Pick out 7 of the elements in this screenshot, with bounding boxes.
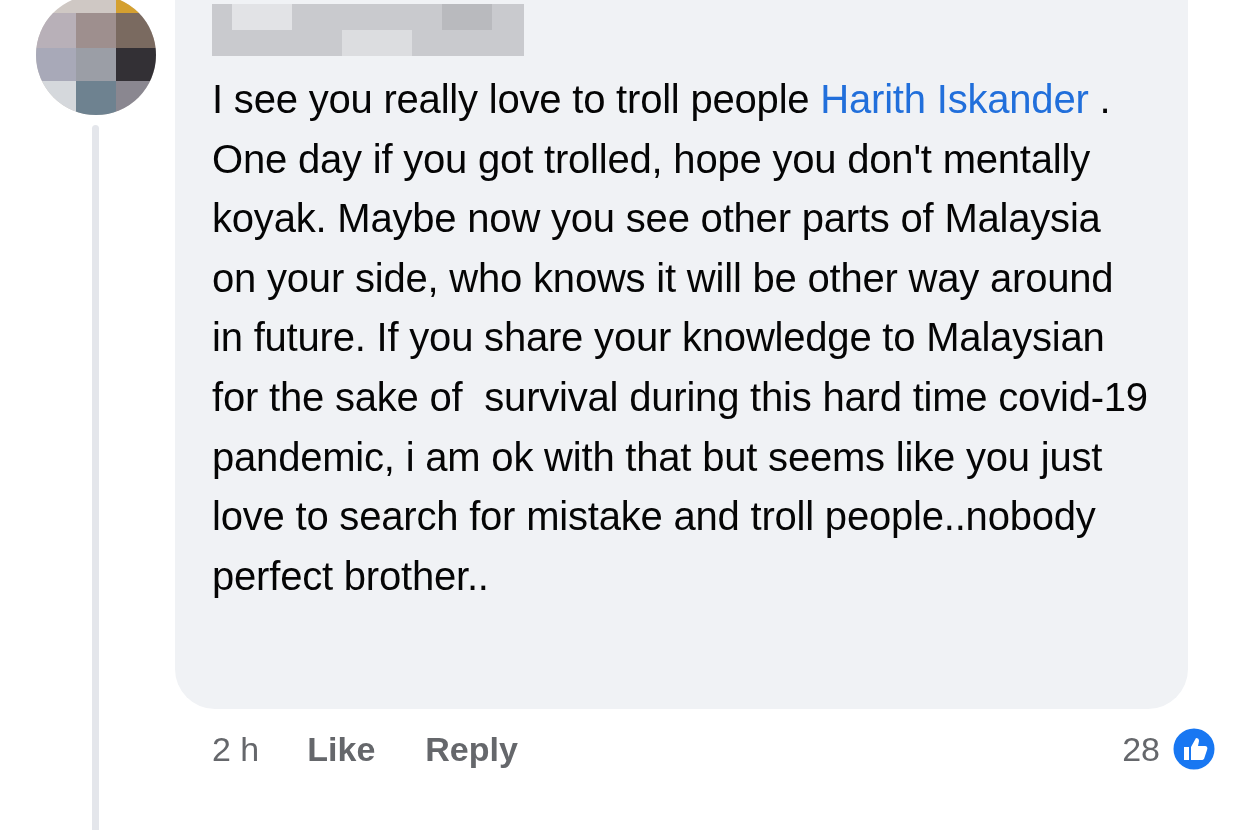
action-link[interactable]: Reply bbox=[425, 729, 518, 769]
timestamp: 2 h bbox=[212, 729, 260, 769]
comment-text: I see you really love to troll people Harith Iskander . One day if you got trolled, hope you don't mentally koyak. Maybe now you see other parts of Malaysia on your side, who knows it will be other way around in future. If you share your knowledge to Malaysian for the sake of survival during this hard time covid-19 pandemic, i am ok with that but seems like you just love to search for mistake and troll people..nobody perfect brother.. bbox=[212, 76, 1148, 600]
mention-link[interactable]: Harith Iskander bbox=[820, 77, 1089, 121]
action-link[interactable]: Like bbox=[307, 729, 376, 769]
thumbs-up-icon[interactable] bbox=[1170, 725, 1218, 773]
reaction-count: 28 bbox=[1122, 729, 1160, 769]
